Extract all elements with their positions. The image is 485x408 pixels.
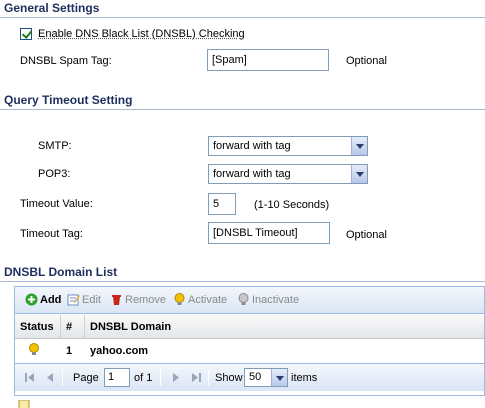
column-header-status[interactable]: Status [15, 315, 61, 339]
page-size-select[interactable]: 50 [244, 368, 288, 387]
partial-footer-note [18, 399, 218, 408]
smtp-select[interactable]: forward with tag [208, 136, 368, 156]
timeout-tag-label: Timeout Tag: [20, 228, 83, 240]
edit-button[interactable]: Edit [67, 292, 101, 308]
domain-list-toolbar: Add Edit Remove Activate Inactivate [15, 287, 484, 314]
domain-list-title: DNSBL Domain List [0, 264, 485, 282]
index-cell: 1 [66, 345, 73, 357]
query-timeout-title: Query Timeout Setting [0, 92, 485, 110]
timeout-value-hint: (1-10 Seconds) [254, 199, 330, 211]
table-row[interactable]: 1 yahoo.com [15, 340, 484, 362]
pop3-select-value: forward with tag [213, 168, 291, 180]
smtp-select-value: forward with tag [213, 140, 291, 152]
timeout-tag-input[interactable]: [DNSBL Timeout] [208, 222, 330, 244]
column-header-index[interactable]: # [61, 315, 85, 339]
general-settings-title: General Settings [0, 0, 485, 18]
inactivate-button[interactable]: Inactivate [237, 292, 299, 308]
trash-icon [112, 295, 121, 305]
pop3-label: POP3: [38, 168, 71, 180]
previous-page-icon[interactable] [45, 372, 55, 383]
remove-button-label: Remove [125, 294, 166, 306]
show-label: Show [215, 372, 243, 384]
lightbulb-on-icon [174, 293, 185, 305]
activate-button-label: Activate [188, 294, 228, 306]
add-button[interactable]: Add [25, 292, 61, 308]
page-number-input[interactable]: 1 [104, 368, 130, 387]
remove-button[interactable]: Remove [110, 292, 166, 308]
page-count-label: of 1 [134, 372, 153, 384]
lightbulb-on-icon [29, 343, 39, 355]
column-header-domain[interactable]: DNSBL Domain [85, 315, 485, 339]
last-page-icon[interactable] [191, 372, 201, 383]
separator [62, 369, 63, 386]
note-icon [18, 399, 30, 408]
timeout-tag-hint: Optional [346, 229, 387, 241]
enable-dnsbl-label[interactable]: Enable DNS Black List (DNSBL) Checking [38, 28, 245, 40]
status-cell [23, 340, 53, 362]
separator [208, 369, 209, 386]
add-button-label: Add [40, 294, 62, 306]
items-label: items [291, 372, 318, 384]
edit-button-label: Edit [82, 294, 101, 306]
spam-tag-label: DNSBL Spam Tag: [20, 55, 112, 67]
chevron-down-icon[interactable] [351, 165, 367, 183]
edit-icon [67, 294, 80, 306]
grid-header: Status # DNSBL Domain [15, 315, 484, 339]
page-size-value: 50 [249, 371, 262, 383]
first-page-icon[interactable] [25, 372, 35, 383]
next-page-icon[interactable] [171, 372, 181, 383]
paging-toolbar: Page 1 of 1 Show 50 items [15, 363, 484, 391]
pop3-select[interactable]: forward with tag [208, 164, 368, 184]
enable-dnsbl-checkbox[interactable] [20, 28, 32, 40]
timeout-value-input[interactable]: 5 [208, 193, 236, 215]
domain-list-grid: Add Edit Remove Activate Inactivate Stat… [14, 286, 485, 396]
domain-cell: yahoo.com [90, 345, 149, 357]
lightbulb-off-icon [238, 293, 249, 305]
add-icon [25, 293, 38, 306]
timeout-value-label: Timeout Value: [20, 198, 93, 210]
spam-tag-input[interactable]: [Spam] [207, 49, 329, 71]
inactivate-button-label: Inactivate [252, 294, 300, 306]
spam-tag-hint: Optional [346, 55, 387, 67]
chevron-down-icon[interactable] [351, 137, 367, 155]
chevron-down-icon[interactable] [271, 369, 287, 386]
activate-button[interactable]: Activate [173, 292, 227, 308]
page-label: Page [73, 372, 99, 384]
separator [160, 369, 161, 386]
smtp-label: SMTP: [38, 140, 72, 152]
